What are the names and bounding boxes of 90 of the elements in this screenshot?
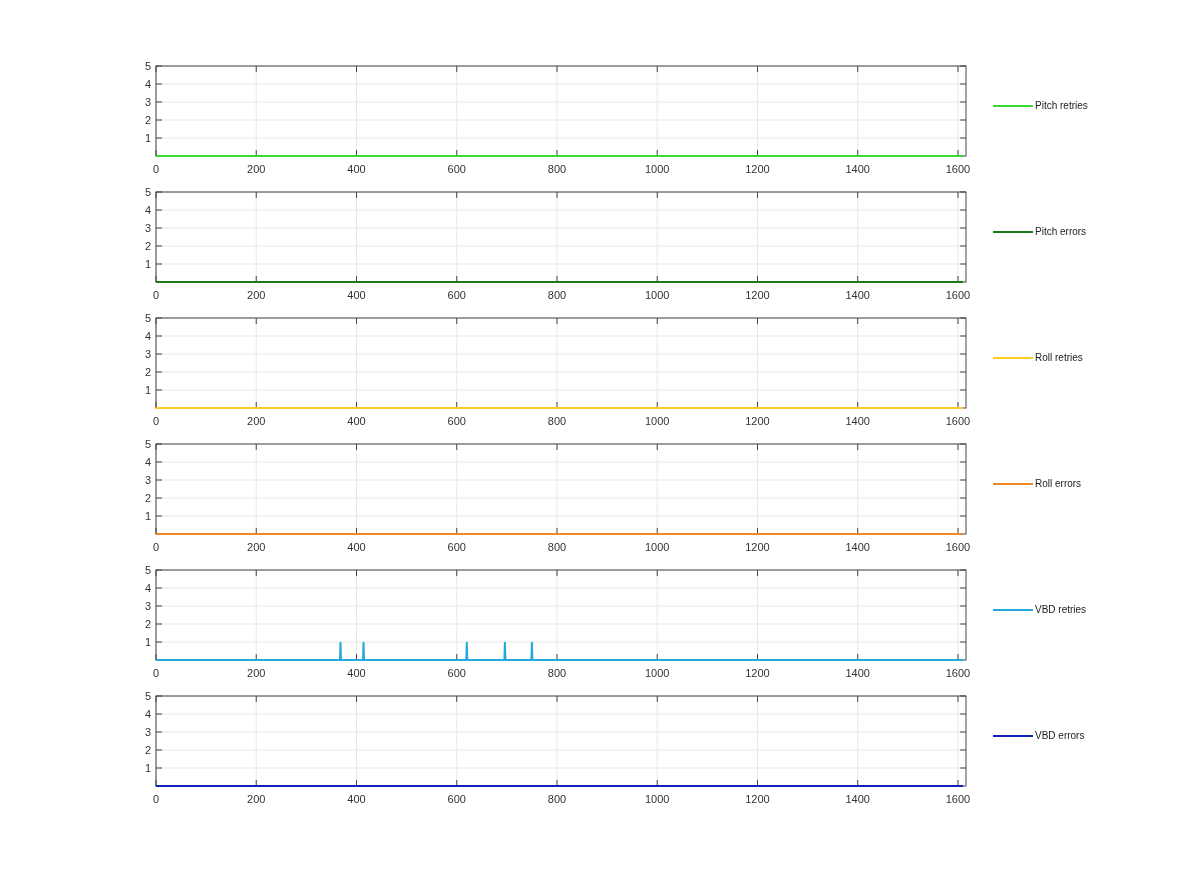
tick-label: 4 <box>144 204 151 216</box>
tick-label: 400 <box>347 541 366 553</box>
tick-label: 800 <box>547 163 567 175</box>
tick-label: 400 <box>347 793 366 805</box>
tick-label: 2 <box>144 240 151 252</box>
tick-label: 5 <box>144 60 151 72</box>
tick-label: 1 <box>144 510 151 522</box>
tick-label: 1400 <box>845 415 870 427</box>
tick-label: 5 <box>144 312 151 324</box>
tick-label: 400 <box>347 163 366 175</box>
tick-label: 3 <box>144 600 151 612</box>
tick-label: 1 <box>144 762 151 774</box>
tick-label: 1600 <box>945 541 971 553</box>
tick-label: 0 <box>152 289 160 301</box>
tick-label: 3 <box>144 474 151 486</box>
tick-label: 1400 <box>845 667 870 679</box>
tick-label: 200 <box>247 289 266 301</box>
legend-label: Roll retries <box>1035 352 1083 363</box>
tick-label: 200 <box>247 541 266 553</box>
tick-label: 600 <box>447 793 466 805</box>
tick-label: 1 <box>144 132 151 144</box>
tick-label: 1 <box>144 384 151 396</box>
tick-label: 800 <box>547 415 567 427</box>
tick-label: 4 <box>144 582 151 594</box>
tick-label: 2 <box>144 114 151 126</box>
tick-label: 1000 <box>645 793 670 805</box>
tick-label: 1000 <box>645 415 670 427</box>
tick-label: 400 <box>347 667 366 679</box>
tick-label: 600 <box>447 163 466 175</box>
tick-label: 1 <box>144 636 151 648</box>
tick-label: 1200 <box>745 541 770 553</box>
tick-label: 1200 <box>745 289 770 301</box>
tick-label: 2 <box>144 492 151 504</box>
tick-label: 1600 <box>945 289 971 301</box>
tick-label: 3 <box>144 222 151 234</box>
tick-label: 1400 <box>845 541 870 553</box>
tick-label: 5 <box>144 690 151 702</box>
tick-label: 2 <box>144 618 151 630</box>
tick-label: 3 <box>144 726 151 738</box>
tick-label: 1000 <box>645 667 670 679</box>
tick-label: 800 <box>547 793 567 805</box>
legend-label: VBD errors <box>1035 730 1085 741</box>
tick-label: 200 <box>247 793 266 805</box>
tick-label: 0 <box>152 793 160 805</box>
tick-label: 1200 <box>745 163 770 175</box>
tick-label: 4 <box>144 330 151 342</box>
tick-label: 5 <box>144 564 151 576</box>
tick-label: 1 <box>144 258 151 270</box>
tick-label: 400 <box>347 289 366 301</box>
tick-label: 4 <box>144 456 151 468</box>
legend-label: Pitch retries <box>1035 100 1088 111</box>
tick-label: 2 <box>144 366 151 378</box>
tick-label: 800 <box>547 667 567 679</box>
tick-label: 1200 <box>745 667 770 679</box>
tick-label: 1000 <box>645 289 670 301</box>
tick-label: 3 <box>144 348 151 360</box>
tick-label: 1600 <box>945 163 971 175</box>
tick-label: 600 <box>447 667 466 679</box>
tick-label: 800 <box>547 541 567 553</box>
tick-label: 2 <box>144 744 151 756</box>
tick-label: 1400 <box>845 793 870 805</box>
tick-label: 1000 <box>645 163 670 175</box>
tick-label: 0 <box>152 667 160 679</box>
tick-label: 200 <box>247 163 266 175</box>
tick-label: 0 <box>152 163 160 175</box>
tick-label: 800 <box>547 289 567 301</box>
tick-label: 1000 <box>645 541 670 553</box>
tick-label: 3 <box>144 96 151 108</box>
tick-label: 1600 <box>945 793 971 805</box>
tick-label: 1200 <box>745 793 770 805</box>
tick-label: 0 <box>152 541 160 553</box>
tick-label: 600 <box>447 289 466 301</box>
tick-label: 200 <box>247 415 266 427</box>
tick-label: 600 <box>447 541 466 553</box>
tick-label: 200 <box>247 667 266 679</box>
tick-label: 1600 <box>945 667 971 679</box>
tick-label: 600 <box>447 415 466 427</box>
tick-label: 0 <box>152 415 160 427</box>
tick-label: 1200 <box>745 415 770 427</box>
tick-label: 1400 <box>845 289 870 301</box>
tick-label: 400 <box>347 415 366 427</box>
tick-label: 1400 <box>845 163 870 175</box>
tick-label: 5 <box>144 186 151 198</box>
tick-label: 1600 <box>945 415 971 427</box>
tick-label: 5 <box>144 438 151 450</box>
tick-label: 4 <box>144 708 151 720</box>
tick-label: 4 <box>144 78 151 90</box>
legend-label: Pitch errors <box>1035 226 1087 237</box>
legend-label: VBD retries <box>1035 604 1087 615</box>
legend-label: Roll errors <box>1035 478 1082 489</box>
